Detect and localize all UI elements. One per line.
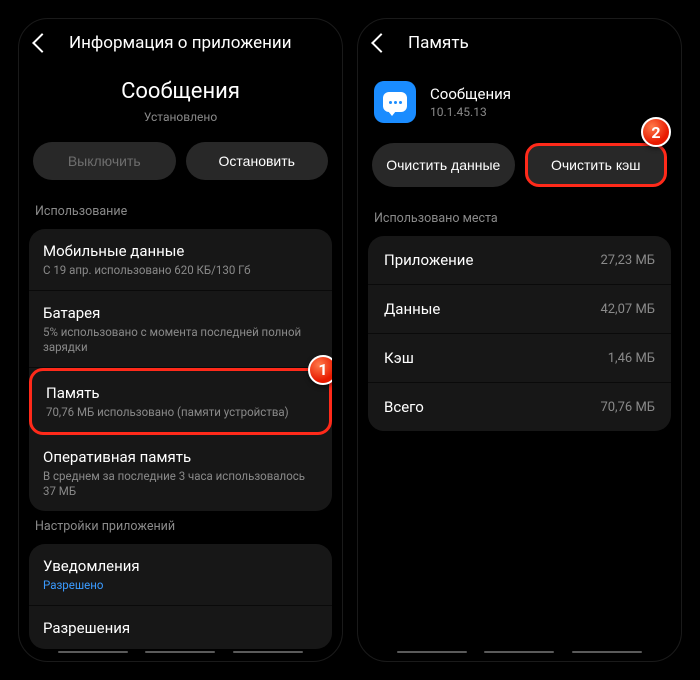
force-stop-button[interactable]: Остановить: [186, 142, 329, 180]
section-app-settings-label: Настройки приложений: [19, 511, 342, 544]
battery-sub: 5% использовано с момента последней полн…: [43, 325, 318, 355]
storage-item[interactable]: Память 70,76 МБ использовано (памяти уст…: [29, 368, 332, 435]
action-button-row: Выключить Остановить: [19, 142, 342, 196]
phone-storage: Память Сообщения 10.1.45.13 Очистить дан…: [357, 18, 682, 662]
app-status: Установлено: [19, 110, 342, 124]
battery-title: Батарея: [43, 304, 318, 322]
row-total-label: Всего: [384, 398, 424, 416]
storage-title: Память: [46, 384, 315, 402]
notifications-sub: Разрешено: [43, 578, 318, 593]
back-icon[interactable]: [32, 33, 52, 53]
section-space-label: Использовано места: [358, 203, 681, 236]
nav-recent-icon[interactable]: [58, 651, 128, 653]
speech-bubble-icon: [383, 92, 407, 112]
phone-app-info: Информация о приложении Сообщения Устано…: [18, 18, 343, 662]
app-name: Сообщения: [430, 85, 511, 103]
nav-back-icon[interactable]: [572, 651, 642, 653]
row-cache: Кэш 1,46 МБ: [368, 334, 671, 383]
mobile-data-sub: С 19 апр. использовано 620 КБ/130 Гб: [43, 263, 318, 278]
step-badge-2: 2: [641, 117, 671, 147]
storage-sub: 70,76 МБ использовано (памяти устройства…: [46, 405, 315, 420]
space-list: Приложение 27,23 МБ Данные 42,07 МБ Кэш …: [368, 236, 671, 431]
ram-title: Оперативная память: [43, 448, 318, 466]
app-info: Сообщения 10.1.45.13: [430, 85, 511, 119]
app-title-block: Сообщения Установлено: [19, 63, 342, 142]
nav-recent-icon[interactable]: [397, 651, 467, 653]
row-app: Приложение 27,23 МБ: [368, 236, 671, 285]
nav-bar: [358, 651, 681, 653]
nav-back-icon[interactable]: [233, 651, 303, 653]
mobile-data-item[interactable]: Мобильные данные С 19 апр. использовано …: [29, 229, 332, 291]
battery-item[interactable]: Батарея 5% использовано с момента послед…: [29, 291, 332, 368]
header: Память: [358, 19, 681, 63]
row-cache-label: Кэш: [384, 349, 414, 367]
header-title: Память: [408, 33, 469, 53]
notifications-title: Уведомления: [43, 557, 318, 575]
clear-data-button[interactable]: Очистить данные: [372, 143, 515, 187]
ram-item[interactable]: Оперативная память В среднем за последни…: [29, 435, 332, 511]
permissions-item[interactable]: Разрешения: [29, 606, 332, 649]
row-data: Данные 42,07 МБ: [368, 285, 671, 334]
row-total-value: 70,76 МБ: [600, 400, 655, 415]
row-app-value: 27,23 МБ: [600, 253, 655, 268]
nav-home-icon[interactable]: [145, 651, 215, 653]
ram-sub: В среднем за последние 3 часа использова…: [43, 469, 318, 499]
app-row: Сообщения 10.1.45.13: [358, 63, 681, 143]
step-badge-1: 1: [308, 355, 332, 385]
clear-button-row: Очистить данные 2 Очистить кэш: [358, 143, 681, 203]
disable-button[interactable]: Выключить: [33, 142, 176, 180]
nav-bar: [19, 651, 342, 653]
permissions-title: Разрешения: [43, 619, 318, 637]
mobile-data-title: Мобильные данные: [43, 242, 318, 260]
app-version: 10.1.45.13: [430, 105, 511, 119]
clear-cache-button[interactable]: Очистить кэш: [525, 143, 668, 187]
row-data-label: Данные: [384, 300, 440, 318]
header: Информация о приложении: [19, 19, 342, 63]
row-total: Всего 70,76 МБ: [368, 383, 671, 431]
section-usage-label: Использование: [19, 196, 342, 229]
notifications-item[interactable]: Уведомления Разрешено: [29, 544, 332, 606]
messages-app-icon: [374, 81, 416, 123]
row-app-label: Приложение: [384, 251, 473, 269]
back-icon[interactable]: [371, 33, 391, 53]
row-cache-value: 1,46 МБ: [608, 351, 655, 366]
app-title: Сообщения: [19, 79, 342, 104]
usage-list: Мобильные данные С 19 апр. использовано …: [29, 229, 332, 511]
app-settings-list: Уведомления Разрешено Разрешения: [29, 544, 332, 649]
header-title: Информация о приложении: [69, 33, 292, 53]
row-data-value: 42,07 МБ: [600, 302, 655, 317]
nav-home-icon[interactable]: [484, 651, 554, 653]
